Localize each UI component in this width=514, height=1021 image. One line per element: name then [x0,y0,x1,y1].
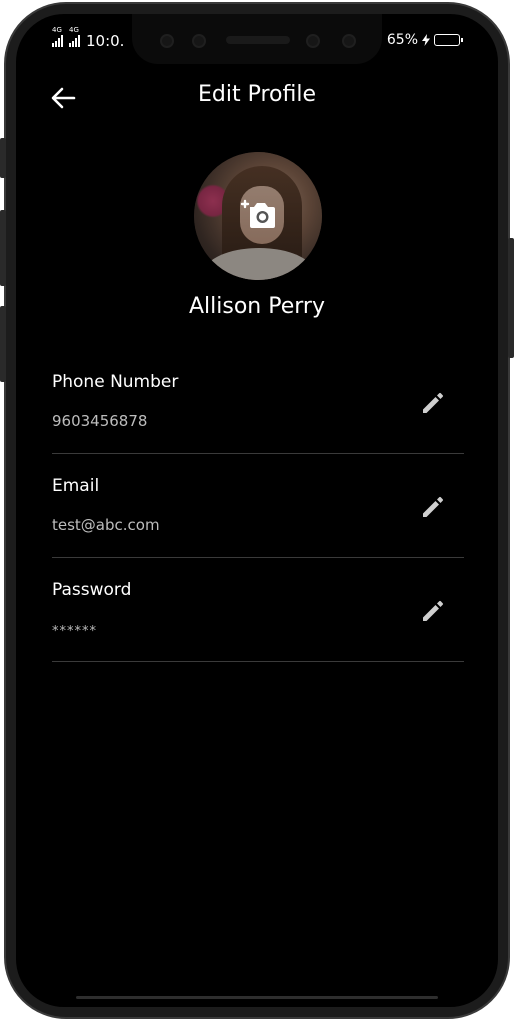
status-bar-left: 4G 4G 10:0. [52,26,125,50]
email-field: Email test@abc.com [52,454,464,558]
password-field: Password ****** [52,558,464,662]
status-bar-right: 65% [386,32,463,48]
field-value: 9603456878 [52,412,148,430]
edit-password-button[interactable] [420,598,446,624]
field-value: ****** [52,624,97,639]
home-indicator [76,996,438,999]
battery-icon [434,34,463,46]
change-photo-button[interactable] [240,198,276,230]
field-label: Phone Number [52,372,179,392]
edit-email-button[interactable] [420,494,446,520]
field-label: Password [52,580,132,600]
mute-switch [0,138,6,178]
pencil-icon [423,496,444,517]
power-button [508,238,514,358]
field-value: test@abc.com [52,516,160,534]
sensor-dot [306,34,320,48]
volume-up-button [0,210,6,286]
pencil-icon [423,392,444,413]
page-title: Edit Profile [197,82,316,107]
earpiece-speaker [226,36,290,44]
battery-percent: 65% [386,32,418,48]
add-photo-icon [240,199,275,228]
volume-down-button [0,306,6,382]
profile-name: Allison Perry [189,294,325,319]
pencil-icon [423,600,444,621]
front-camera [192,34,206,48]
signal-icon: 4G [69,26,80,47]
signal-icon: 4G [52,26,63,47]
network-type-label: 4G [69,26,79,34]
field-label: Email [52,476,100,496]
sensor-dot [342,34,356,48]
network-type-label: 4G [52,26,62,34]
charging-bolt-icon [422,34,430,46]
sensor-dot [160,34,174,48]
status-time: 10:0. [86,32,125,50]
app-screen: 4G 4G 10:0. 65% Edit Profile Allison Per… [16,14,498,1007]
phone-number-field: Phone Number 9603456878 [52,350,464,454]
notch [132,14,382,64]
edit-phone-button[interactable] [420,390,446,416]
